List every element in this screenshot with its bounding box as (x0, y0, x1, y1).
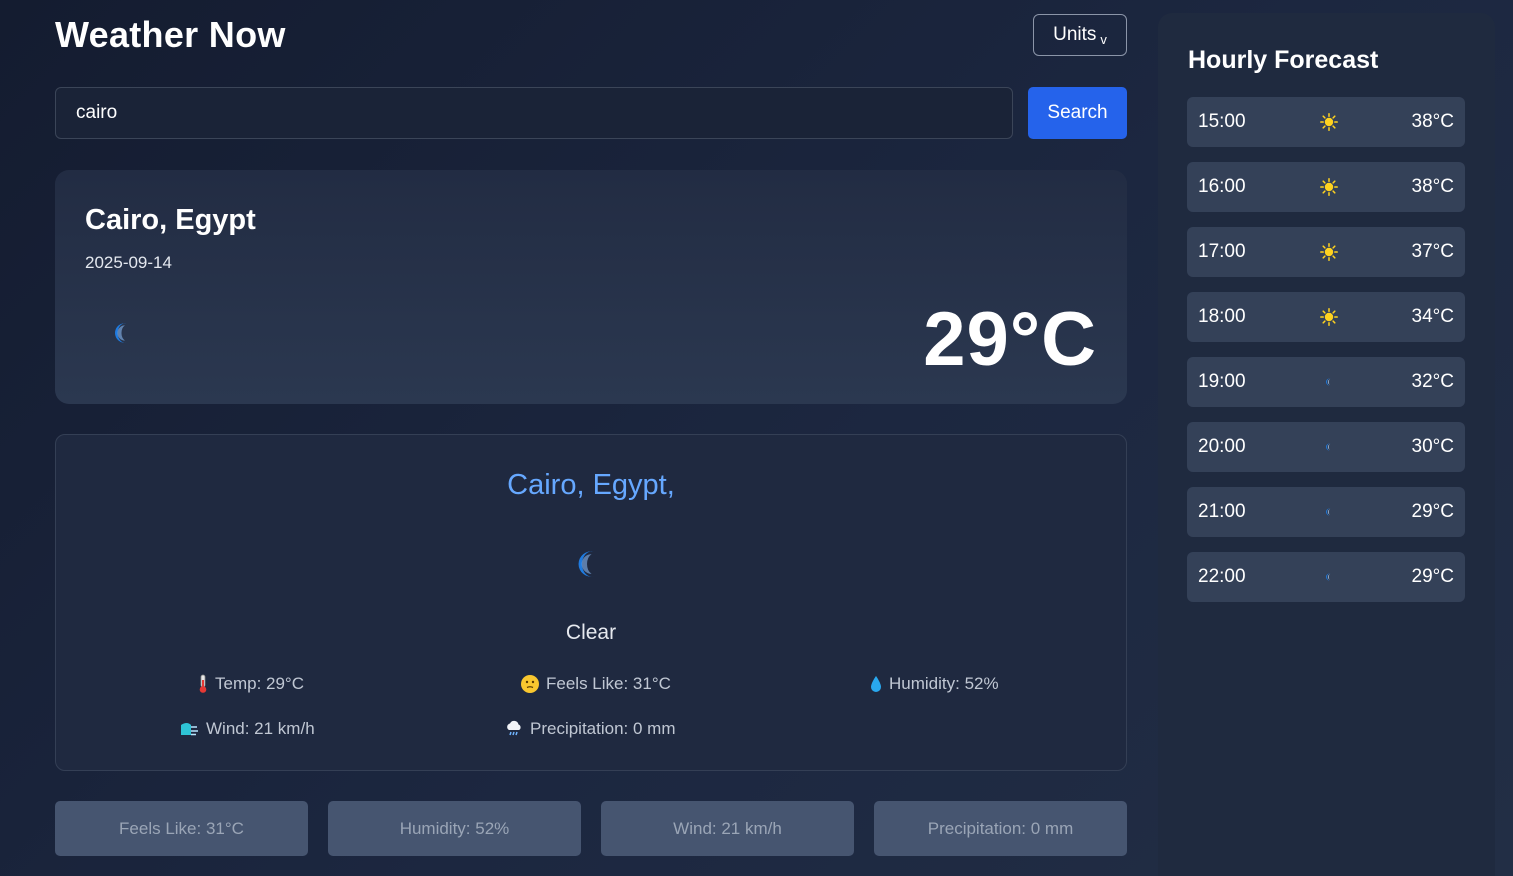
current-date: 2025-09-14 (85, 253, 172, 272)
stat-humidity-text: Humidity: 52% (889, 674, 999, 693)
hourly-time: 15:00 (1198, 111, 1246, 132)
droplet-icon (871, 676, 881, 692)
summary-feels-like: Feels Like: 31°C (55, 801, 308, 856)
summary-precipitation: Precipitation: 0 mm (874, 801, 1127, 856)
hourly-time: 16:00 (1198, 176, 1246, 197)
weather-detail-card: Cairo, Egypt, Clear Temp: 29°C Feels Lik… (55, 434, 1127, 771)
current-city: Cairo, Egypt (85, 204, 256, 236)
hourly-temp: 30°C (1411, 436, 1454, 457)
weather-condition: Clear (565, 621, 617, 644)
sun-icon (1320, 113, 1338, 131)
moon-icon (1320, 503, 1338, 521)
stat-feels-like: Feels Like: 31°C (520, 674, 671, 694)
hourly-forecast-panel: Hourly Forecast 15:00 38°C 16:00 38°C 17:00 3… (1158, 13, 1495, 876)
stat-precipitation-text: Precipitation: 0 mm (530, 719, 676, 738)
stat-wind: Wind: 21 km/h (178, 719, 315, 739)
stat-humidity: Humidity: 52% (869, 674, 999, 694)
units-label: Units (1053, 24, 1097, 45)
moon-icon (1320, 373, 1338, 391)
hourly-temp: 29°C (1411, 501, 1454, 522)
hourly-temp: 34°C (1411, 306, 1454, 327)
hourly-row: 22:00 29°C (1187, 552, 1465, 602)
stat-wind-text: Wind: 21 km/h (206, 719, 315, 738)
page-title: Weather Now (55, 14, 286, 55)
sun-icon (1320, 243, 1338, 261)
hourly-temp: 38°C (1411, 176, 1454, 197)
current-temperature: 29°C (923, 297, 1097, 382)
hourly-row: 17:00 37°C (1187, 227, 1465, 277)
wind-icon (181, 723, 198, 736)
detail-city: Cairo, Egypt, (507, 469, 675, 501)
units-dropdown[interactable]: Units v (1033, 14, 1127, 56)
search-input[interactable] (55, 87, 1013, 139)
moon-icon (1320, 568, 1338, 586)
moon-icon (114, 323, 127, 343)
sun-icon (1320, 178, 1338, 196)
stat-feels-like-text: Feels Like: 31°C (546, 674, 671, 693)
moon-icon (1320, 438, 1338, 456)
moon-icon (578, 551, 594, 577)
thermometer-icon (199, 674, 207, 693)
hourly-row: 19:00 32°C (1187, 357, 1465, 407)
hourly-temp: 29°C (1411, 566, 1454, 587)
summary-humidity: Humidity: 52% (328, 801, 581, 856)
search-button[interactable]: Search (1028, 87, 1127, 139)
hourly-title: Hourly Forecast (1188, 46, 1379, 74)
summary-wind: Wind: 21 km/h (601, 801, 854, 856)
hourly-row: 21:00 29°C (1187, 487, 1465, 537)
face-icon (521, 675, 539, 693)
hourly-row: 16:00 38°C (1187, 162, 1465, 212)
hourly-time: 19:00 (1198, 371, 1246, 392)
chevron-down-icon: v (1100, 31, 1107, 47)
hourly-temp: 38°C (1411, 111, 1454, 132)
hourly-time: 20:00 (1198, 436, 1246, 457)
hourly-row: 18:00 34°C (1187, 292, 1465, 342)
sun-icon (1320, 308, 1338, 326)
hourly-time: 22:00 (1198, 566, 1246, 587)
stat-precipitation: Precipitation: 0 mm (504, 719, 676, 739)
rain-cloud-icon (507, 720, 521, 736)
hourly-row: 15:00 38°C (1187, 97, 1465, 147)
hourly-row: 20:00 30°C (1187, 422, 1465, 472)
hourly-time: 17:00 (1198, 241, 1246, 262)
stat-temp-text: Temp: 29°C (215, 674, 305, 693)
hourly-temp: 32°C (1411, 371, 1454, 392)
hourly-temp: 37°C (1411, 241, 1454, 262)
hourly-time: 21:00 (1198, 501, 1246, 522)
hourly-time: 18:00 (1198, 306, 1246, 327)
weather-app: Weather Now Units v Search Cairo, Egypt … (0, 0, 1513, 876)
stat-temp: Temp: 29°C (197, 674, 304, 694)
current-weather-card: Cairo, Egypt 2025-09-14 29°C (55, 170, 1127, 404)
